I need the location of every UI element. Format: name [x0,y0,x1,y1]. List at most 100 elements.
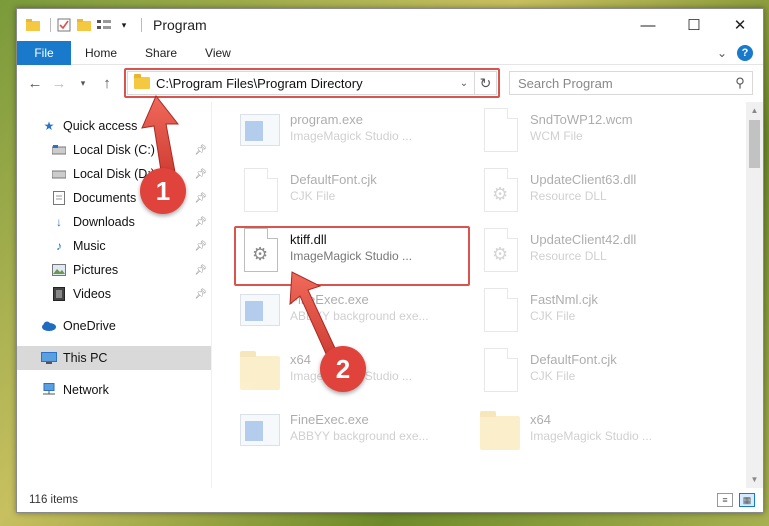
file-type: Resource DLL [530,249,607,263]
sidebar-item-label: Pictures [73,263,119,277]
back-arrow-icon[interactable]: ← [23,71,47,95]
folder-icon [134,74,150,89]
expand-ribbon-icon[interactable]: ⌄ [717,46,727,60]
address-bar[interactable]: C:\Program Files\Program Directory ⌄ ↻ [124,68,500,98]
navigation-pane: ★ Quick access Local Disk (C:) 📌︎ Local … [17,102,212,488]
pin-icon[interactable]: 📌︎ [194,265,207,276]
file-name: ktiff.dll [290,232,327,247]
refresh-icon[interactable]: ↻ [474,71,496,95]
recent-locations-icon[interactable]: ▾ [71,71,95,95]
documents-icon [51,190,67,206]
file-name: SndToWP12.wcm [530,112,633,127]
folder-icon [240,351,280,390]
sidebar-item-label: OneDrive [63,319,116,333]
file-list: program.exe ImageMagick Studio ... SndToW… [212,102,763,488]
minimize-button[interactable]: — [625,9,671,41]
pin-icon[interactable]: 📌︎ [194,169,207,180]
file-item[interactable]: program.exe ImageMagick Studio ... [240,108,470,168]
details-view-icon[interactable]: ≡ [717,493,733,507]
customize-icon[interactable] [96,17,112,33]
sidebar-item-downloads[interactable]: ↓ Downloads 📌︎ [17,210,211,234]
file-item-ktiff[interactable]: ⚙ ktiff.dll ImageMagick Studio ... [240,228,470,288]
pin-icon[interactable]: 📌︎ [194,217,207,228]
file-type: CJK File [530,309,576,323]
application-icon [240,114,280,146]
file-type: ABBYY background exe... [290,309,429,323]
dropdown-icon[interactable]: ▾ [116,17,132,33]
file-item[interactable]: FineExec.exe ABBYY background exe... [240,288,470,348]
gear-icon: ⚙ [492,184,509,204]
sidebar-item-label: Downloads [73,215,135,229]
star-icon: ★ [43,119,55,133]
pin-icon[interactable]: 📌︎ [194,289,207,300]
search-placeholder: Search Program [518,75,613,91]
file-name: FineExec.exe [290,412,369,427]
maximize-button[interactable]: ☐ [671,9,717,41]
close-button[interactable]: ✕ [717,9,763,41]
sidebar-item-network[interactable]: Network [17,378,211,402]
help-icon[interactable]: ? [737,44,753,61]
pin-icon[interactable]: 📌︎ [194,241,207,252]
file-item[interactable]: DefaultFont.cjk CJK File [480,348,710,408]
file-name: program.exe [290,112,363,127]
up-arrow-icon[interactable]: ↑ [95,71,119,95]
scroll-down-icon[interactable]: ▼ [746,471,763,488]
file-item[interactable]: DefaultFont.cjk CJK File [240,168,470,228]
file-item[interactable]: ⚙ UpdateClient63.dll Resource DLL [480,168,710,228]
pin-icon[interactable]: 📌︎ [194,145,207,156]
file-type: WCM File [530,129,583,143]
window-title: Program [153,17,207,33]
file-item[interactable]: SndToWP12.wcm WCM File [480,108,710,168]
divider [50,18,51,32]
drive-icon [51,142,67,158]
vertical-scrollbar[interactable]: ▲ ▼ [746,102,763,488]
file-icon [244,168,278,212]
tab-file[interactable]: File [17,40,71,65]
sidebar-item-label: Documents [73,191,137,205]
folder-icon [480,411,520,450]
pictures-icon [51,262,67,278]
tab-home[interactable]: Home [71,46,131,60]
new-folder-icon[interactable] [76,17,92,33]
scroll-up-icon[interactable]: ▲ [746,102,763,119]
file-item[interactable]: FastNml.cjk CJK File [480,288,710,348]
pc-icon [41,350,57,366]
sidebar-item-onedrive[interactable]: OneDrive [17,314,211,338]
sidebar-item-quick-access[interactable]: ★ Quick access [17,114,211,138]
properties-icon[interactable] [56,17,72,33]
file-name: UpdateClient42.dll [530,232,637,247]
forward-arrow-icon[interactable]: → [47,71,71,95]
pin-icon[interactable]: 📌︎ [194,193,207,204]
file-icon [484,108,518,152]
file-name: DefaultFont.cjk [290,172,377,187]
sidebar-item-pictures[interactable]: Pictures 📌︎ [17,258,211,282]
sidebar-item-label: Music [73,239,106,253]
chevron-down-icon[interactable]: ⌄ [454,78,474,89]
tab-view[interactable]: View [191,46,245,60]
address-path[interactable]: C:\Program Files\Program Directory [156,76,363,91]
sidebar-item-videos[interactable]: Videos 📌︎ [17,282,211,306]
step-badge-2: 2 [320,346,366,392]
file-item[interactable]: x64 ImageMagick Studio ... [480,408,710,468]
sidebar-item-label: Quick access [63,119,138,133]
file-item[interactable]: ⚙ UpdateClient42.dll Resource DLL [480,228,710,288]
sidebar-item-this-pc[interactable]: This PC [17,346,211,370]
large-icons-view-icon[interactable]: ▦ [739,493,755,507]
sidebar-item-local-disk-c[interactable]: Local Disk (C:) 📌︎ [17,138,211,162]
search-input[interactable]: Search Program ⚲ [509,71,753,95]
file-type: ABBYY background exe... [290,429,429,443]
application-icon [240,294,280,326]
status-bar: 116 items ≡ ▦ [17,488,763,512]
file-type: CJK File [530,369,576,383]
divider [141,18,142,32]
sidebar-item-music[interactable]: ♪ Music 📌︎ [17,234,211,258]
sidebar-item-label: Videos [73,287,111,301]
gear-icon: ⚙ [252,244,269,264]
file-name: x64 [530,412,551,427]
cloud-icon [41,318,57,334]
tab-share[interactable]: Share [131,46,191,60]
search-icon[interactable]: ⚲ [728,75,752,91]
file-item[interactable]: FineExec.exe ABBYY background exe... [240,408,470,468]
ribbon-tabs: File Home Share View ⌄ ? [17,40,763,65]
scroll-thumb[interactable] [749,120,760,168]
